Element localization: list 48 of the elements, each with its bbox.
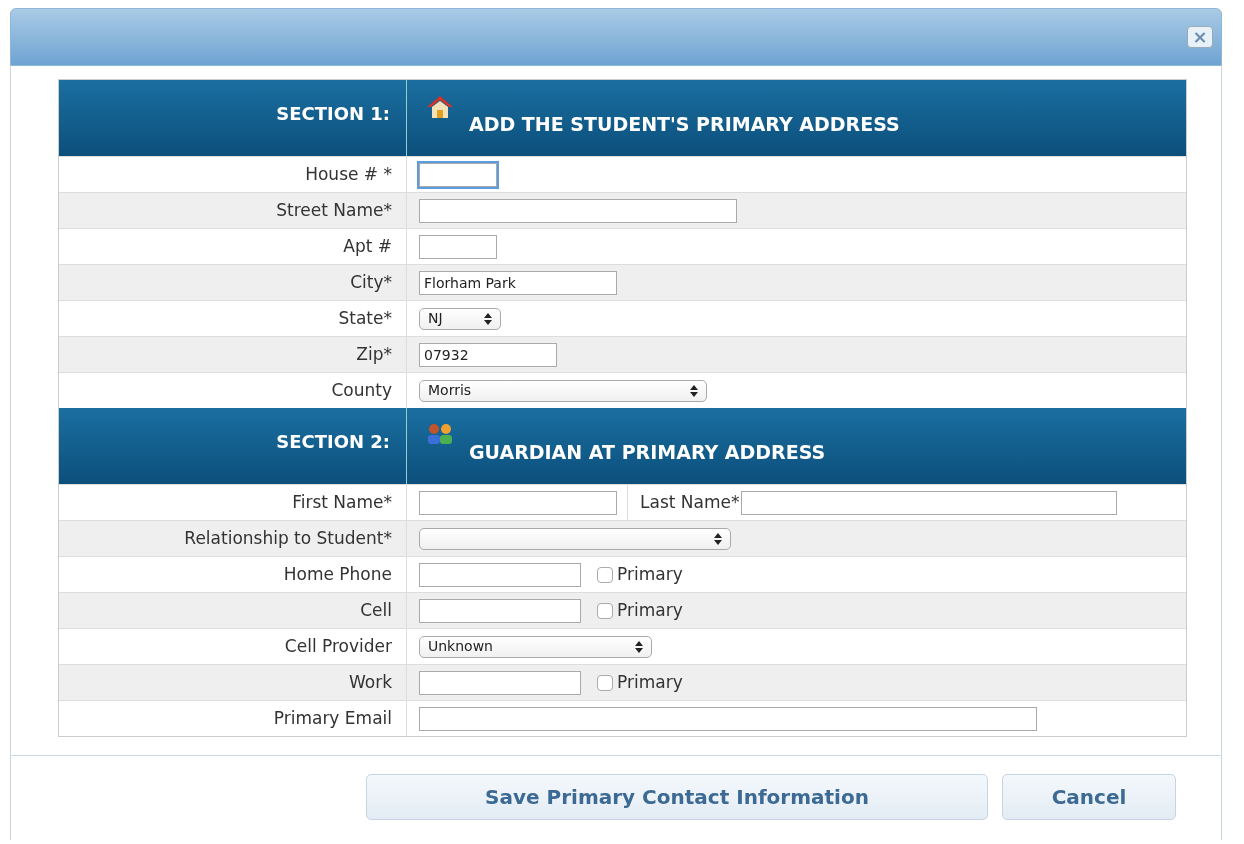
field-label: Relationship to Student*: [184, 526, 392, 550]
field-label: Cell: [360, 598, 392, 622]
section-title: GUARDIAN AT PRIMARY ADDRESS: [469, 439, 826, 465]
field-label: Cell Provider: [284, 634, 392, 658]
people-icon: [425, 422, 455, 446]
input-field[interactable]: [419, 706, 1037, 731]
input-field[interactable]: [419, 598, 581, 623]
section-title: ADD THE STUDENT'S PRIMARY ADDRESS: [469, 111, 900, 137]
house-icon: [425, 94, 455, 120]
checkbox[interactable]: [597, 674, 613, 691]
field-label: State*: [338, 306, 392, 330]
field-label: Street Name*: [276, 198, 392, 222]
checkbox-label: Primary: [617, 670, 683, 694]
dropdown[interactable]: [419, 527, 731, 550]
input-field[interactable]: [419, 234, 497, 259]
input-field[interactable]: Florham Park: [419, 270, 617, 295]
checkbox-label: Primary: [617, 598, 683, 622]
input-field[interactable]: 07932: [419, 342, 557, 367]
select-arrows-icon: [635, 640, 643, 653]
field-label: Work: [348, 670, 392, 694]
field-label: City*: [350, 270, 392, 294]
field-label: Primary Email: [273, 706, 392, 730]
field-label: House # *: [305, 162, 392, 186]
field-label: County: [331, 378, 392, 402]
save-button[interactable]: Save Primary Contact Information: [366, 774, 988, 820]
select-arrows-icon: [714, 532, 722, 545]
checkbox[interactable]: [597, 566, 613, 583]
dropdown[interactable]: Morris: [419, 379, 707, 402]
field-label: Zip*: [356, 342, 392, 366]
dropdown[interactable]: NJ: [419, 307, 501, 330]
cancel-button[interactable]: Cancel: [1002, 774, 1176, 820]
input-field[interactable]: [419, 670, 581, 695]
checkbox-label: Primary: [617, 562, 683, 586]
dropdown[interactable]: Unknown: [419, 635, 652, 658]
section-label: SECTION 2:: [276, 429, 390, 454]
field-label: First Name*: [292, 490, 392, 514]
select-arrows-icon: [690, 384, 698, 397]
input-field[interactable]: [419, 162, 497, 187]
input-field[interactable]: [741, 490, 1118, 515]
input-field[interactable]: [419, 198, 737, 223]
field-label: Last Name*: [640, 490, 740, 514]
field-label: Apt #: [343, 234, 392, 258]
input-field[interactable]: [419, 562, 581, 587]
select-arrows-icon: [484, 312, 492, 325]
checkbox[interactable]: [597, 602, 613, 619]
field-label: Home Phone: [283, 562, 392, 586]
section-label: SECTION 1:: [276, 101, 390, 126]
input-field[interactable]: [419, 490, 617, 515]
